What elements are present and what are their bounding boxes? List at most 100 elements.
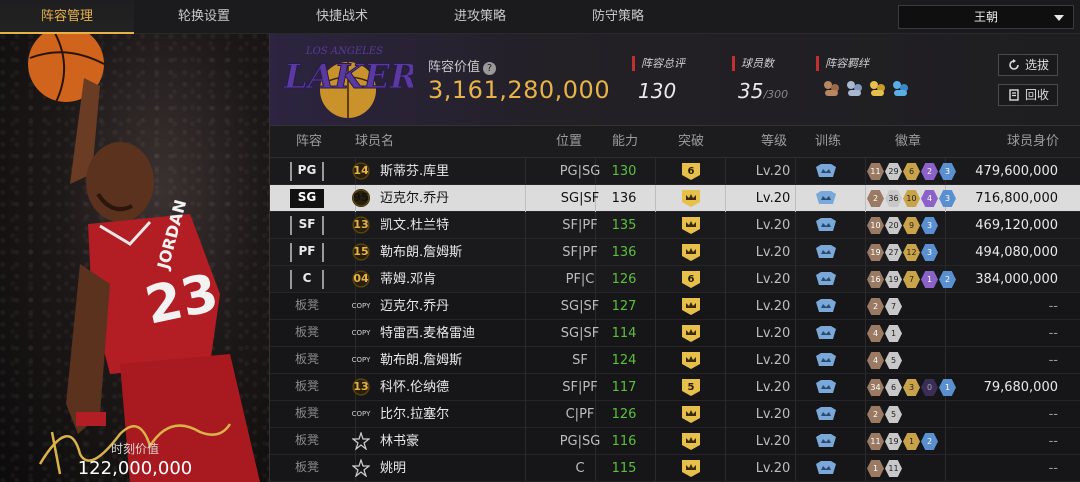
training-icon[interactable] (815, 325, 837, 341)
table-row[interactable]: PF 15 勒布朗.詹姆斯 SF|PF 136 Lv.20 19 27 12 3 494,080,0… (270, 239, 1080, 266)
player-name[interactable]: 迈克尔.乔丹 (380, 185, 449, 212)
tab-rotation[interactable]: 轮换设置 (137, 0, 271, 34)
col-salary[interactable]: 球员身价 (1007, 126, 1059, 158)
badge-list[interactable]: 34 6 3 0 1 (867, 379, 956, 396)
table-row[interactable]: 板凳 林书豪 PG|SG 116 Lv.20 11 19 1 2 -- (270, 428, 1080, 455)
badge-silver-icon: 5 (885, 406, 902, 423)
column-divider (655, 455, 656, 482)
tab-lineup[interactable]: 阵容管理 (0, 0, 134, 34)
training-icon[interactable] (815, 406, 837, 422)
player-name[interactable]: 特雷西.麦格雷迪 (380, 320, 475, 347)
help-icon[interactable]: ? (483, 62, 497, 75)
training-icon[interactable] (815, 379, 837, 395)
lineup-slot[interactable]: 板凳 (290, 324, 324, 343)
col-breakthrough[interactable]: 突破 (678, 126, 704, 158)
badge-gold-icon: 3 (903, 379, 920, 396)
table-row[interactable]: 板凳 COPY 迈克尔.乔丹 SG|SF 127 Lv.20 2 7 -- (270, 293, 1080, 320)
table-row[interactable]: 板凳 13 科怀.伦纳德 SF|PF 117 5 Lv.20 34 6 3 0 1 79,680,000 (270, 374, 1080, 401)
badge-list[interactable]: 11 19 1 2 (867, 433, 938, 450)
player-name[interactable]: 林书豪 (380, 428, 419, 455)
lineup-slot[interactable]: C (290, 270, 324, 289)
player-name[interactable]: 凯文.杜兰特 (380, 212, 449, 239)
tab-offense[interactable]: 进攻策略 (413, 0, 547, 34)
col-position[interactable]: 位置 (556, 126, 582, 158)
badge-list[interactable]: 2 36 10 4 3 (867, 190, 956, 207)
table-row[interactable]: SG 95 迈克尔.乔丹 SG|SF 136 Lv.20 2 36 10 4 3 716,800,00… (270, 185, 1080, 212)
badge-list[interactable]: 41 (867, 325, 902, 342)
lineup-slot[interactable]: SF (290, 216, 324, 235)
lineup-slot[interactable]: 板凳 (290, 351, 324, 370)
training-icon[interactable] (815, 460, 837, 476)
col-ability[interactable]: 能力 (612, 126, 638, 158)
player-ability: 136 (611, 245, 637, 260)
lineup-slot[interactable]: 板凳 (290, 432, 324, 451)
badge-list[interactable]: 11 29 6 2 3 (867, 163, 956, 180)
column-divider (655, 401, 656, 428)
table-row[interactable]: 板凳 COPY 勒布朗.詹姆斯 SF 124 Lv.20 4 5 -- (270, 347, 1080, 374)
tab-quick-tactics[interactable]: 快捷战术 (275, 0, 409, 34)
table-row[interactable]: PG 14 斯蒂芬.库里 PG|SG 130 6 Lv.20 11 29 6 2 3 479,600,0… (270, 158, 1080, 185)
lakers-logo: LAKERS LOS ANGELES (283, 46, 413, 118)
player-name[interactable]: 蒂姆.邓肯 (380, 266, 436, 293)
badge-list[interactable]: 25 (867, 406, 902, 423)
jersey-number: 14 (352, 162, 370, 180)
col-badges[interactable]: 徽章 (895, 126, 921, 158)
training-icon[interactable] (815, 298, 837, 314)
team-select-value: 王朝 (973, 10, 998, 24)
training-icon[interactable] (815, 190, 837, 206)
lineup-slot[interactable]: 板凳 (290, 459, 324, 478)
lineup-slot[interactable]: 板凳 (290, 378, 324, 397)
player-name[interactable]: 斯蒂芬.库里 (380, 158, 449, 185)
player-name[interactable]: 比尔.拉塞尔 (380, 401, 449, 428)
svg-text:5: 5 (688, 382, 695, 393)
table-row[interactable]: 板凳 COPY 比尔.拉塞尔 C|PF 126 Lv.20 2 5 -- (270, 401, 1080, 428)
column-divider (655, 239, 656, 266)
lineup-slot[interactable]: PG (290, 162, 324, 181)
badge-silver-icon: 7 (885, 298, 902, 315)
recycle-button[interactable]: 回收 (998, 84, 1058, 106)
badge-list[interactable]: 16 19 7 1 2 (867, 271, 956, 288)
badge-list[interactable]: 45 (867, 352, 902, 369)
scout-button[interactable]: 选拔 (998, 54, 1058, 76)
player-name[interactable]: 姚明 (380, 455, 406, 482)
training-icon[interactable] (815, 433, 837, 449)
player-card[interactable]: 23 JORDAN 时刻价值 122,000,000 (0, 34, 270, 482)
lineup-slot[interactable]: PF (290, 243, 324, 262)
col-level[interactable]: 等级 (761, 126, 787, 158)
column-divider (725, 455, 726, 482)
badge-list[interactable]: 10 20 9 3 (867, 217, 938, 234)
table-row[interactable]: SF 13 凯文.杜兰特 SF|PF 135 Lv.20 10 20 9 3 469,120,000 (270, 212, 1080, 239)
table-row[interactable]: C 04 蒂姆.邓肯 PF|C 126 6 Lv.20 16 19 7 1 2 384,000,000 (270, 266, 1080, 293)
table-row[interactable]: 板凳 COPY 特雷西.麦格雷迪 SG|SF 114 Lv.20 4 1 -- (270, 320, 1080, 347)
tab-defense[interactable]: 防守策略 (551, 0, 685, 34)
badge-silver-icon: 11 (885, 460, 902, 477)
col-lineup[interactable]: 阵容 (296, 126, 322, 158)
lineup-value: 3,161,280,000 (428, 76, 611, 104)
player-name[interactable]: 迈克尔.乔丹 (380, 293, 449, 320)
player-name[interactable]: 勒布朗.詹姆斯 (380, 347, 462, 374)
team-select[interactable]: 王朝 (898, 5, 1074, 29)
training-icon[interactable] (815, 271, 837, 287)
badge-purple-icon: 1 (921, 271, 938, 288)
bond-blue-icon[interactable] (891, 79, 910, 97)
bond-gold-icon[interactable] (868, 79, 887, 97)
lineup-slot[interactable]: SG (290, 189, 324, 208)
badge-list[interactable]: 27 (867, 298, 902, 315)
lineup-slot[interactable]: 板凳 (290, 405, 324, 424)
badge-list[interactable]: 1 11 (867, 460, 902, 477)
badge-silver-icon: 29 (885, 163, 902, 180)
bond-bronze-icon[interactable] (822, 79, 841, 97)
player-name[interactable]: 科怀.伦纳德 (380, 374, 449, 401)
col-player-name[interactable]: 球员名 (355, 126, 394, 158)
training-icon[interactable] (815, 352, 837, 368)
player-name[interactable]: 勒布朗.詹姆斯 (380, 239, 462, 266)
training-icon[interactable] (815, 244, 837, 260)
col-training[interactable]: 训练 (815, 126, 841, 158)
training-icon[interactable] (815, 163, 837, 179)
lineup-slot[interactable]: 板凳 (290, 297, 324, 316)
table-row[interactable]: 板凳 姚明 C 115 Lv.20 1 11 -- (270, 455, 1080, 482)
breakthrough-crown-icon (680, 350, 702, 370)
badge-list[interactable]: 19 27 12 3 (867, 244, 938, 261)
bond-silver-icon[interactable] (845, 79, 864, 97)
training-icon[interactable] (815, 217, 837, 233)
